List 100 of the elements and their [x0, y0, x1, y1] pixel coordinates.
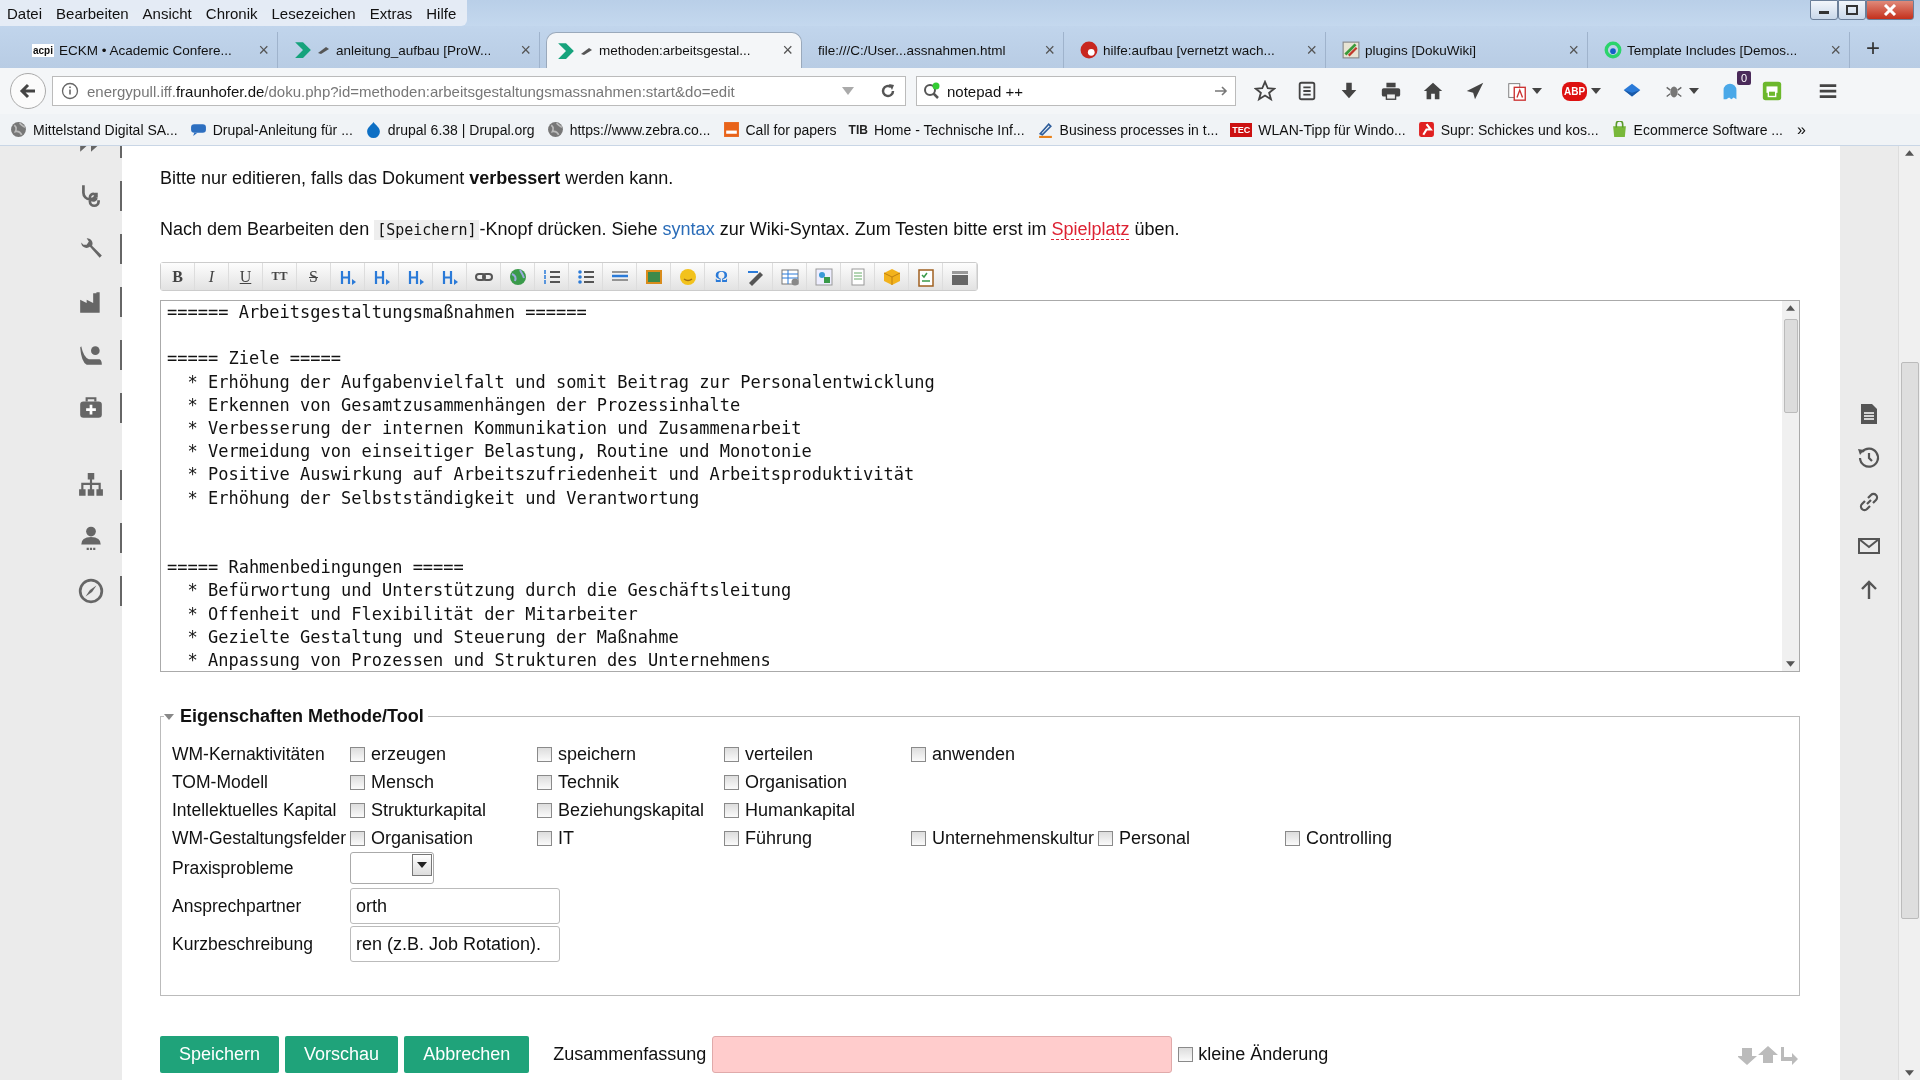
checkbox[interactable]: [350, 803, 365, 818]
bookmark-item[interactable]: TEC WLAN-Tipp für Windo...: [1230, 121, 1406, 138]
format-button[interactable]: U: [229, 263, 263, 290]
checkbox[interactable]: [724, 775, 739, 790]
menu-item[interactable]: Extras: [362, 4, 420, 22]
new-tab-button[interactable]: +: [1866, 34, 1880, 68]
adblock-icon[interactable]: ABP: [1562, 81, 1588, 101]
checkbox[interactable]: [1098, 831, 1113, 846]
checkbox[interactable]: [724, 747, 739, 762]
home-icon[interactable]: [1422, 80, 1444, 102]
toolbar-button[interactable]: [399, 263, 433, 290]
menu-item[interactable]: Ansicht: [135, 4, 199, 22]
back-button[interactable]: [10, 73, 46, 109]
menu-item[interactable]: Hilfe: [419, 4, 464, 22]
expand-triangle-icon[interactable]: [164, 711, 174, 722]
tab-close-button[interactable]: ×: [258, 39, 269, 61]
scroll-thumb[interactable]: [1900, 362, 1919, 919]
input-field[interactable]: orth: [350, 888, 560, 924]
scrollbar[interactable]: [1898, 146, 1920, 1080]
medkit-icon[interactable]: [78, 395, 104, 421]
format-button[interactable]: S: [297, 263, 331, 290]
bookmark-item[interactable]: TIB Home - Technische Inf...: [848, 121, 1025, 138]
scroll-down-icon[interactable]: [1905, 1070, 1914, 1076]
editor-textarea[interactable]: ====== Arbeitsgestaltungsmaßnahmen ====== ===== Ziele ===== * Erhöhung der Aufgabenvielfalt und somit Beitrag zur Personalentwicklung * Erkennen von Gesamtzusammenhängen der Prozessinhalte * Verbesserung der internen Kommunikation und Zusammenarbeit * Vermeidung von einseitiger Belastung, Routine und Monotonie * Positive Auswirkung auf Arbeitszufriedenheit und Arbeitsproduktivität * Erhöhung der Selbstständigkeit und Verantwortung ===== Rahmenbedingungen ===== * Befürwortung und Unterstützung durch die Geschäftsleitung * Offenheit und Flexibilität der Mitarbeiter * Gezielte Gestaltung und Steuerung der Maßnahme * Anpassung von Prozessen und Strukturen des Unternehmens: [160, 300, 1800, 672]
bookmark-item[interactable]: Supr: Schickes und kos...: [1417, 121, 1599, 138]
menu-item[interactable]: Bearbeiten: [49, 4, 136, 22]
toolbar-button[interactable]: [331, 263, 365, 290]
star-icon[interactable]: [1254, 80, 1276, 102]
scrollbar[interactable]: [1782, 301, 1799, 671]
scroll-thumb[interactable]: [1783, 319, 1798, 413]
checkbox[interactable]: [911, 831, 926, 846]
section-title[interactable]: Eigenschaften Methode/Tool: [180, 706, 424, 727]
toolbar-button[interactable]: [501, 263, 535, 290]
checkbox[interactable]: [1285, 831, 1300, 846]
format-button[interactable]: TT: [263, 263, 297, 290]
format-button[interactable]: I: [195, 263, 229, 290]
format-button[interactable]: Ω: [705, 263, 739, 290]
scroll-up-icon[interactable]: [1905, 150, 1914, 156]
toolbar-button[interactable]: [569, 263, 603, 290]
checkbox[interactable]: [537, 747, 552, 762]
menu-item[interactable]: Datei: [0, 4, 50, 22]
person-icon[interactable]: [78, 525, 104, 551]
tab-close-button[interactable]: ×: [520, 39, 531, 61]
more-bookmarks-button[interactable]: »: [1797, 120, 1806, 139]
sitemap-icon[interactable]: [78, 472, 104, 498]
tab-close-button[interactable]: ×: [1830, 39, 1841, 61]
checkbox[interactable]: [350, 775, 365, 790]
toolbar-button[interactable]: [433, 263, 467, 290]
link-icon[interactable]: [1857, 490, 1881, 514]
checkbox[interactable]: [911, 747, 926, 762]
bookmark-item[interactable]: https://www.zebra.co...: [546, 121, 711, 138]
caret-icon[interactable]: [1591, 88, 1602, 94]
search-field[interactable]: notepad ++: [916, 76, 1236, 106]
toolbar-button[interactable]: [773, 263, 807, 290]
reading-list-icon[interactable]: [1296, 80, 1318, 102]
summary-field[interactable]: [712, 1036, 1173, 1073]
checkbox[interactable]: [724, 831, 739, 846]
bookmark-item[interactable]: Business processes in t...: [1036, 121, 1219, 138]
menu-item[interactable]: Lesezeichen: [264, 4, 363, 22]
close-button[interactable]: [1866, 0, 1914, 20]
scroll-up-icon[interactable]: [1786, 305, 1795, 311]
compass-icon[interactable]: [78, 578, 104, 604]
toolbar-button[interactable]: [365, 263, 399, 290]
checkbox[interactable]: [1178, 1047, 1194, 1062]
checkbox[interactable]: [350, 747, 365, 762]
toolbar-button[interactable]: [535, 263, 569, 290]
syntax-link[interactable]: syntax: [662, 219, 715, 239]
browser-tab[interactable]: methoden:arbeitsgestal... ×: [546, 32, 802, 68]
printer-icon[interactable]: [1761, 80, 1784, 102]
history-icon[interactable]: [1857, 446, 1881, 470]
playground-link[interactable]: Spielplatz: [1051, 219, 1130, 240]
bookmark-item[interactable]: Drupal-Anleitung für ...: [189, 121, 353, 138]
format-button[interactable]: B: [161, 263, 195, 290]
toolbar-button[interactable]: [603, 263, 637, 290]
checkbox[interactable]: [724, 803, 739, 818]
tab-close-button[interactable]: ×: [1044, 39, 1055, 61]
toolbar-button[interactable]: [739, 263, 773, 290]
toolbar-button[interactable]: [943, 263, 977, 290]
bookmark-item[interactable]: drupal 6.38 | Drupal.org: [364, 121, 535, 138]
toolbar-button[interactable]: [909, 263, 943, 290]
bookmark-item[interactable]: Ecommerce Software ...: [1610, 121, 1783, 138]
toolbar-button[interactable]: [467, 263, 501, 290]
bookmark-item[interactable]: Mittelstand Digital SA...: [10, 121, 178, 138]
input-field[interactable]: ren (z.B. Job Rotation).: [350, 926, 560, 962]
tab-close-button[interactable]: ×: [782, 40, 793, 61]
checkbox[interactable]: [537, 775, 552, 790]
dropdown-icon[interactable]: [841, 86, 855, 96]
menu-item[interactable]: Chronik: [198, 4, 265, 22]
checkbox[interactable]: [537, 831, 552, 846]
scroll-down-icon[interactable]: [1786, 661, 1795, 667]
print-icon[interactable]: [1380, 80, 1402, 102]
toolbar-button[interactable]: [637, 263, 671, 290]
maximize-button[interactable]: [1838, 0, 1866, 20]
checkbox[interactable]: [537, 803, 552, 818]
address-bar[interactable]: energypull.iff.fraunhofer.de/doku.php?id=methoden:arbeitsgestaltungsmassnahmen:start&do=edit: [52, 76, 906, 106]
toolbar-button[interactable]: [807, 263, 841, 290]
pdf-icon[interactable]: [1506, 80, 1528, 102]
bookmark-item[interactable]: Call for papers: [722, 121, 837, 138]
tab-close-button[interactable]: ×: [1306, 39, 1317, 61]
reload-icon[interactable]: [879, 82, 897, 100]
